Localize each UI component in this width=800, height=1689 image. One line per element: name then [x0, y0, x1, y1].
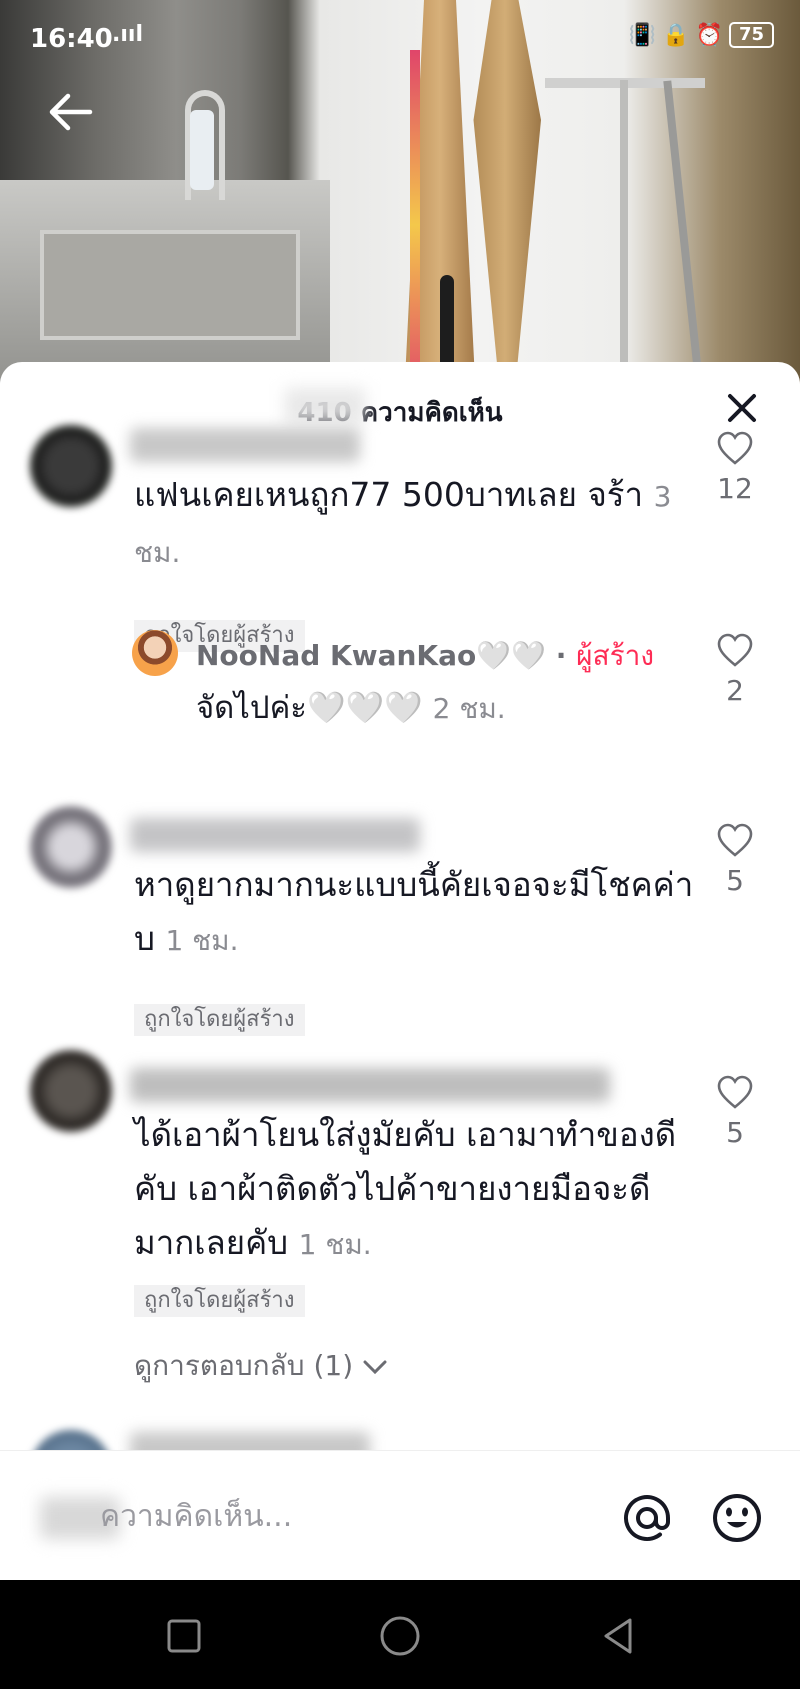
- comment-time: 1 ชม.: [165, 924, 239, 957]
- nav-circle-icon[interactable]: [372, 1608, 428, 1664]
- like-count: 5: [726, 864, 744, 897]
- comment-item: หาดูยากมากนะแบบนี้คัยเจอจะมีโชคค่าบ 1 ชม…: [0, 800, 800, 1036]
- status-time: 16:40: [30, 24, 113, 54]
- video-sink-basin: [40, 230, 300, 340]
- system-navigation-bar: [0, 1580, 800, 1689]
- reply-time: 2 ชม.: [432, 692, 506, 725]
- alarm-icon: ⏰: [695, 22, 723, 48]
- comment-time: 1 ชม.: [298, 1228, 372, 1261]
- avatar[interactable]: [30, 1050, 112, 1132]
- heart-icon[interactable]: [716, 1074, 754, 1112]
- like-button[interactable]: 5: [700, 822, 770, 897]
- nav-triangle-icon[interactable]: [590, 1608, 646, 1664]
- vibrate-icon: 📳: [628, 22, 657, 48]
- reply-text: จัดไปค่ะ🤍🤍🤍 2 ชม.: [196, 682, 506, 732]
- nav-square-icon[interactable]: [156, 1608, 212, 1664]
- username-blurred[interactable]: [130, 428, 360, 462]
- reply-like-button[interactable]: 2: [700, 632, 770, 707]
- like-count: 5: [726, 1116, 744, 1149]
- video-bottle: [190, 110, 214, 190]
- video-pole: [663, 80, 705, 400]
- battery-icon: 75: [728, 22, 774, 48]
- lock-icon: 🔒: [662, 22, 690, 48]
- at-icon[interactable]: [620, 1491, 674, 1545]
- comment-input[interactable]: [100, 1481, 600, 1551]
- view-replies-button[interactable]: ดูการตอบกลับ (1): [134, 1344, 388, 1388]
- chevron-down-icon: [363, 1360, 387, 1375]
- reply-avatar[interactable]: [132, 630, 178, 676]
- liked-by-creator-badge: ถูกใจโดยผู้สร้าง: [134, 1004, 305, 1036]
- reply-body: จัดไปค่ะ🤍🤍🤍: [196, 690, 423, 726]
- comment-text: ได้เอาผ้าโยนใส่งูมัยคับ เอามาทำของดีคับ …: [134, 1108, 694, 1272]
- heart-icon[interactable]: [716, 632, 754, 670]
- status-bar: 16:40 .ııl 📳 🔒 ⏰ 75: [0, 0, 800, 80]
- like-count: 2: [726, 674, 744, 707]
- comments-sheet: 410 ความคิดเห็น แฟนเคยเหนถูก77 500บาทเลย…: [0, 362, 800, 1580]
- comment-body: แฟนเคยเหนถูก77 500บาทเลย จร้า: [134, 475, 644, 514]
- status-icons: 📳 🔒 ⏰ 75: [629, 22, 774, 48]
- comment-text: หาดูยากมากนะแบบนี้คัยเจอจะมีโชคค่าบ 1 ชม…: [134, 858, 694, 968]
- like-count: 12: [717, 472, 753, 505]
- view-replies-label[interactable]: ดูการตอบกลับ (1): [134, 1349, 353, 1382]
- video-squeegee-stick: [620, 80, 628, 400]
- comment-item: ได้เอาผ้าโยนใส่งูมัยคับ เอามาทำของดีคับ …: [0, 1050, 800, 1382]
- liked-by-creator-badge: ถูกใจโดยผู้สร้าง: [134, 1285, 305, 1317]
- comment-text: แฟนเคยเหนถูก77 500บาทเลย จร้า 3 ชม.: [134, 468, 694, 580]
- reply-item: NooNad KwanKao🤍🤍 · ผู้สร้าง จัดไปค่ะ🤍🤍🤍 …: [0, 624, 800, 726]
- username-blurred[interactable]: [130, 1068, 610, 1102]
- back-arrow-icon[interactable]: [44, 86, 96, 138]
- heart-icon[interactable]: [716, 430, 754, 468]
- signal-icon: .ııl: [112, 22, 143, 47]
- reply-author-line[interactable]: NooNad KwanKao🤍🤍 · ผู้สร้าง: [196, 634, 654, 678]
- title-blur-overlay: [285, 388, 365, 424]
- video-broom-stick: [410, 50, 420, 400]
- comment-item: แฟนเคยเหนถูก77 500บาทเลย จร้า 3 ชม. ถูกใ…: [0, 420, 800, 652]
- avatar[interactable]: [30, 425, 112, 507]
- reply-separator: ·: [555, 639, 567, 672]
- creator-label: ผู้สร้าง: [576, 639, 655, 672]
- comment-body: ได้เอาผ้าโยนใส่งูมัยคับ เอามาทำของดีคับ …: [134, 1115, 677, 1262]
- username-blurred[interactable]: [130, 818, 420, 852]
- like-button[interactable]: 12: [700, 430, 770, 505]
- reply-author[interactable]: NooNad KwanKao🤍🤍: [196, 639, 546, 672]
- comment-input-bar: [0, 1450, 800, 1580]
- emoji-icon[interactable]: [710, 1491, 764, 1545]
- like-button[interactable]: 5: [700, 1074, 770, 1149]
- heart-icon[interactable]: [716, 822, 754, 860]
- avatar[interactable]: [30, 806, 112, 888]
